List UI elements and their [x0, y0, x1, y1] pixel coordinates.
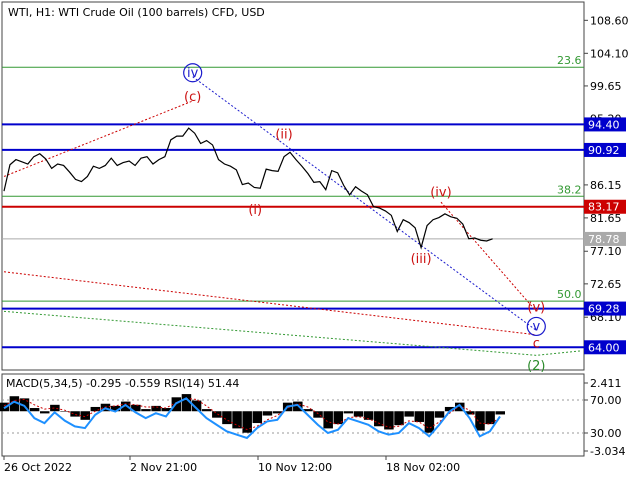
indicator-tick-label: 30.00: [590, 427, 622, 440]
wave-label: iv: [187, 66, 199, 81]
level-tag-label: 83.17: [588, 201, 620, 214]
macd-histogram-bar: [80, 411, 90, 420]
wave-label: (v): [527, 300, 545, 315]
chart-canvas: WTI, H1: WTI Crude Oil (100 barrels) CFD…: [0, 0, 640, 480]
wave-label: (i): [248, 203, 262, 218]
wave-label: (2): [527, 359, 545, 374]
indicator-tick-label: 70.00: [590, 394, 622, 407]
wave-label: c: [533, 336, 540, 351]
macd-histogram-bar: [252, 411, 263, 424]
macd-histogram-bar: [353, 411, 364, 417]
macd-histogram-bar: [343, 411, 354, 414]
price-tick-label: 104.10: [590, 47, 629, 60]
indicator-tick-label: -3.034: [590, 445, 625, 458]
wave-label: (c): [184, 90, 201, 105]
macd-histogram-bar: [384, 411, 394, 430]
macd-histogram-bar: [39, 411, 50, 414]
time-tick-label: 18 Nov 02:00: [386, 461, 460, 474]
macd-histogram-bar: [485, 411, 495, 425]
macd-histogram-bar: [495, 411, 505, 415]
indicator-tick-label: 2.411: [590, 377, 622, 390]
level-tag-label: 69.28: [588, 303, 620, 316]
level-tag-label: 78.78: [588, 233, 620, 246]
macd-histogram-bar: [232, 411, 242, 429]
macd-histogram-bar: [272, 411, 283, 414]
macd-histogram-bar: [374, 411, 384, 427]
macd-histogram-bar: [201, 409, 212, 412]
macd-histogram-bar: [50, 404, 60, 412]
price-tick-label: 77.10: [590, 245, 622, 258]
macd-histogram-bar: [424, 411, 435, 433]
price-tick-label: 72.65: [590, 278, 622, 291]
macd-histogram-bar: [404, 411, 414, 417]
wave-label: (iii): [411, 252, 432, 267]
macd-histogram-bar: [29, 408, 40, 412]
level-tag-label: 64.00: [588, 341, 620, 354]
price-tick-label: 108.60: [590, 14, 629, 27]
price-tick-label: 99.65: [590, 80, 622, 93]
price-tick-label: 86.15: [590, 179, 622, 192]
macd-histogram-bar: [323, 411, 333, 429]
macd-histogram-bar: [394, 411, 404, 426]
level-tag-label: 94.40: [588, 118, 620, 131]
time-tick-label: 10 Nov 12:00: [258, 461, 332, 474]
indicator-title: MACD(5,34,5) -0.295 -0.559 RSI(14) 51.44: [6, 377, 239, 390]
level-tag-label: 90.92: [588, 144, 620, 157]
macd-histogram-bar: [141, 409, 151, 412]
macd-histogram-bar: [222, 411, 232, 425]
macd-histogram-bar: [262, 411, 273, 416]
macd-histogram-bar: [313, 411, 323, 418]
time-tick-label: 2 Nov 21:00: [130, 461, 197, 474]
fib-label: 23.6: [557, 54, 582, 67]
fib-label: 38.2: [557, 183, 582, 196]
chart-title: WTI, H1: WTI Crude Oil (100 barrels) CFD…: [8, 6, 265, 19]
price-tick-label: 81.65: [590, 212, 622, 225]
wave-label: v: [532, 319, 540, 334]
fib-label: 50.0: [557, 288, 582, 301]
macd-histogram-bar: [475, 411, 485, 431]
macd-histogram-bar: [70, 411, 80, 417]
chart-window: WTI, H1: WTI Crude Oil (100 barrels) CFD…: [0, 0, 640, 480]
macd-histogram-bar: [212, 411, 222, 418]
macd-histogram-bar: [434, 411, 445, 418]
wave-label: (iv): [430, 185, 451, 200]
time-tick-label: 26 Oct 2022: [4, 461, 72, 474]
wave-label: (ii): [275, 127, 292, 142]
macd-histogram-bar: [414, 411, 425, 422]
